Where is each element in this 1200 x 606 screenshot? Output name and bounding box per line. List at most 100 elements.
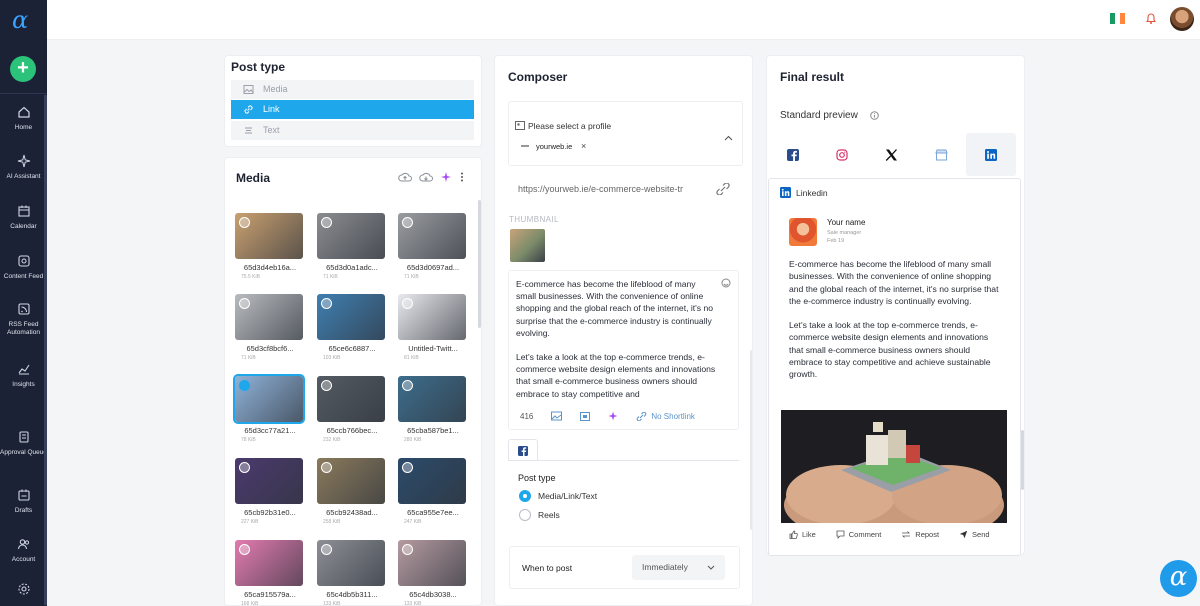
sidebar-item-insights[interactable]: Insights bbox=[0, 362, 47, 389]
media-thumbnail[interactable] bbox=[235, 294, 303, 340]
sidebar-item-approval-queue[interactable]: Approval Queue bbox=[0, 430, 47, 457]
media-item[interactable]: 65ce6c6887... 103 KiB bbox=[317, 294, 387, 361]
media-item[interactable]: 65cba587be1... 280 KiB bbox=[398, 376, 468, 443]
sidebar-item-account[interactable]: Account bbox=[0, 537, 47, 564]
media-item[interactable]: 65d3d0a1adc... 71 KiB bbox=[317, 213, 387, 280]
sidebar-scrollbar[interactable] bbox=[44, 95, 47, 605]
notification-bell-icon[interactable] bbox=[1145, 12, 1157, 25]
send-action[interactable]: Send bbox=[959, 530, 990, 539]
tab-x-preview[interactable] bbox=[867, 133, 917, 176]
select-checkbox[interactable] bbox=[321, 544, 332, 555]
link-icon[interactable] bbox=[715, 183, 731, 195]
link-url-input[interactable]: https://yourweb.ie/e-commerce-website-tr bbox=[518, 184, 683, 194]
media-thumbnail[interactable] bbox=[398, 376, 466, 422]
assistant-floating-button[interactable]: α bbox=[1160, 560, 1197, 597]
media-item[interactable]: 65d3d4eb16a... 75.5 KiB bbox=[235, 213, 305, 280]
calendar-small-icon[interactable] bbox=[580, 411, 591, 421]
select-checkbox[interactable] bbox=[321, 380, 332, 391]
media-thumbnail[interactable] bbox=[398, 213, 466, 259]
media-item[interactable]: 65cb92438ad... 258 KiB bbox=[317, 458, 387, 525]
sidebar-item-rss-feed-automation[interactable]: RSS Feed Automation bbox=[0, 302, 47, 337]
comment-action[interactable]: Comment bbox=[836, 530, 881, 539]
info-icon[interactable] bbox=[870, 111, 879, 120]
ai-sparkle-icon[interactable] bbox=[608, 411, 618, 421]
media-thumbnail[interactable] bbox=[398, 294, 466, 340]
media-item[interactable]: Untitled-Twitt... 81 KiB bbox=[398, 294, 468, 361]
tab-linkedin-preview[interactable] bbox=[966, 133, 1016, 176]
language-flag-icon[interactable] bbox=[1110, 13, 1125, 24]
radio-media-link-text[interactable] bbox=[519, 490, 531, 502]
media-thumbnail[interactable] bbox=[317, 294, 385, 340]
create-post-button[interactable]: + bbox=[10, 56, 36, 82]
user-avatar[interactable] bbox=[1170, 7, 1194, 31]
media-item[interactable]: 65ca955e7ee... 247 KiB bbox=[398, 458, 468, 525]
select-checkbox[interactable] bbox=[402, 544, 413, 555]
media-scrollbar[interactable] bbox=[478, 200, 481, 328]
chevron-up-icon[interactable] bbox=[724, 135, 733, 141]
cloud-download-icon[interactable] bbox=[419, 171, 433, 183]
more-options-icon[interactable] bbox=[459, 171, 465, 183]
image-upload-icon[interactable] bbox=[551, 411, 563, 421]
post-type-text[interactable]: Text bbox=[231, 121, 474, 140]
media-item[interactable]: 65ca915579a... 168 KiB bbox=[235, 540, 305, 606]
media-item[interactable]: 65d3d0697ad... 71 KiB bbox=[398, 213, 468, 280]
media-thumbnail[interactable] bbox=[398, 458, 466, 504]
profile-selector[interactable] bbox=[508, 101, 743, 166]
tab-instagram-preview[interactable] bbox=[818, 133, 868, 176]
media-thumbnail[interactable] bbox=[235, 540, 303, 586]
select-checkbox[interactable] bbox=[239, 380, 250, 391]
app-logo[interactable]: α bbox=[12, 8, 36, 32]
radio-reels[interactable] bbox=[519, 509, 531, 521]
like-action[interactable]: Like bbox=[789, 530, 816, 539]
media-item[interactable]: 65c4db3038... 133 KiB bbox=[398, 540, 468, 606]
tab-business-preview[interactable] bbox=[917, 133, 967, 176]
preview-scrollbar[interactable] bbox=[1021, 430, 1024, 490]
repost-action[interactable]: Repost bbox=[901, 530, 939, 539]
select-checkbox[interactable] bbox=[239, 217, 250, 228]
cloud-upload-icon[interactable] bbox=[398, 171, 412, 183]
media-thumbnail[interactable] bbox=[235, 213, 303, 259]
sidebar-item-content-feed[interactable]: Content Feed bbox=[0, 254, 47, 281]
select-checkbox[interactable] bbox=[402, 380, 413, 391]
shortlink-toggle[interactable]: No Shortlink bbox=[636, 411, 695, 421]
sidebar-item-label: Account bbox=[11, 556, 36, 563]
media-thumbnail[interactable] bbox=[233, 374, 305, 424]
media-thumbnail[interactable] bbox=[317, 376, 385, 422]
select-checkbox[interactable] bbox=[239, 462, 250, 473]
select-checkbox[interactable] bbox=[402, 217, 413, 228]
media-item[interactable]: 65ccb766bec... 232 KiB bbox=[317, 376, 387, 443]
radio-label: Media/Link/Text bbox=[538, 491, 598, 501]
media-item[interactable]: 65d3cf8bcf6... 71 KiB bbox=[235, 294, 305, 361]
media-item[interactable]: 65c4db5b311... 133 KiB bbox=[317, 540, 387, 606]
select-checkbox[interactable] bbox=[402, 298, 413, 309]
select-checkbox[interactable] bbox=[321, 298, 332, 309]
tab-facebook-preview[interactable] bbox=[768, 133, 818, 176]
link-thumbnail[interactable] bbox=[510, 229, 545, 262]
media-item[interactable]: 65cb92b31e0... 227 KiB bbox=[235, 458, 305, 525]
profile-chip-remove-icon[interactable]: × bbox=[581, 141, 586, 151]
account-icon bbox=[17, 539, 29, 550]
select-checkbox[interactable] bbox=[321, 217, 332, 228]
sidebar-item-ai-assistant[interactable]: AI Assistant bbox=[0, 154, 47, 181]
ai-sparkle-icon[interactable] bbox=[440, 171, 452, 183]
media-item[interactable]: 65d3cc77a21... 78 KiB bbox=[233, 374, 305, 443]
media-thumbnail[interactable] bbox=[235, 458, 303, 504]
media-thumbnail[interactable] bbox=[317, 540, 385, 586]
media-thumbnail[interactable] bbox=[317, 458, 385, 504]
select-checkbox[interactable] bbox=[239, 544, 250, 555]
emoji-icon[interactable] bbox=[721, 278, 731, 288]
select-checkbox[interactable] bbox=[321, 462, 332, 473]
media-thumbnail[interactable] bbox=[398, 540, 466, 586]
select-checkbox[interactable] bbox=[239, 298, 250, 309]
sidebar-item-calendar[interactable]: Calendar bbox=[0, 204, 47, 231]
sidebar-item-settings[interactable] bbox=[0, 582, 47, 596]
sidebar-item-drafts[interactable]: Drafts bbox=[0, 488, 47, 515]
tab-facebook[interactable] bbox=[508, 439, 538, 461]
sidebar-item-home[interactable]: Home bbox=[0, 105, 47, 132]
composer-scrollbar[interactable] bbox=[750, 350, 752, 530]
post-type-media[interactable]: Media bbox=[231, 80, 474, 99]
when-to-post-select[interactable]: Immediately bbox=[632, 555, 725, 580]
media-thumbnail[interactable] bbox=[317, 213, 385, 259]
post-type-link[interactable]: Link bbox=[231, 100, 474, 119]
select-checkbox[interactable] bbox=[402, 462, 413, 473]
